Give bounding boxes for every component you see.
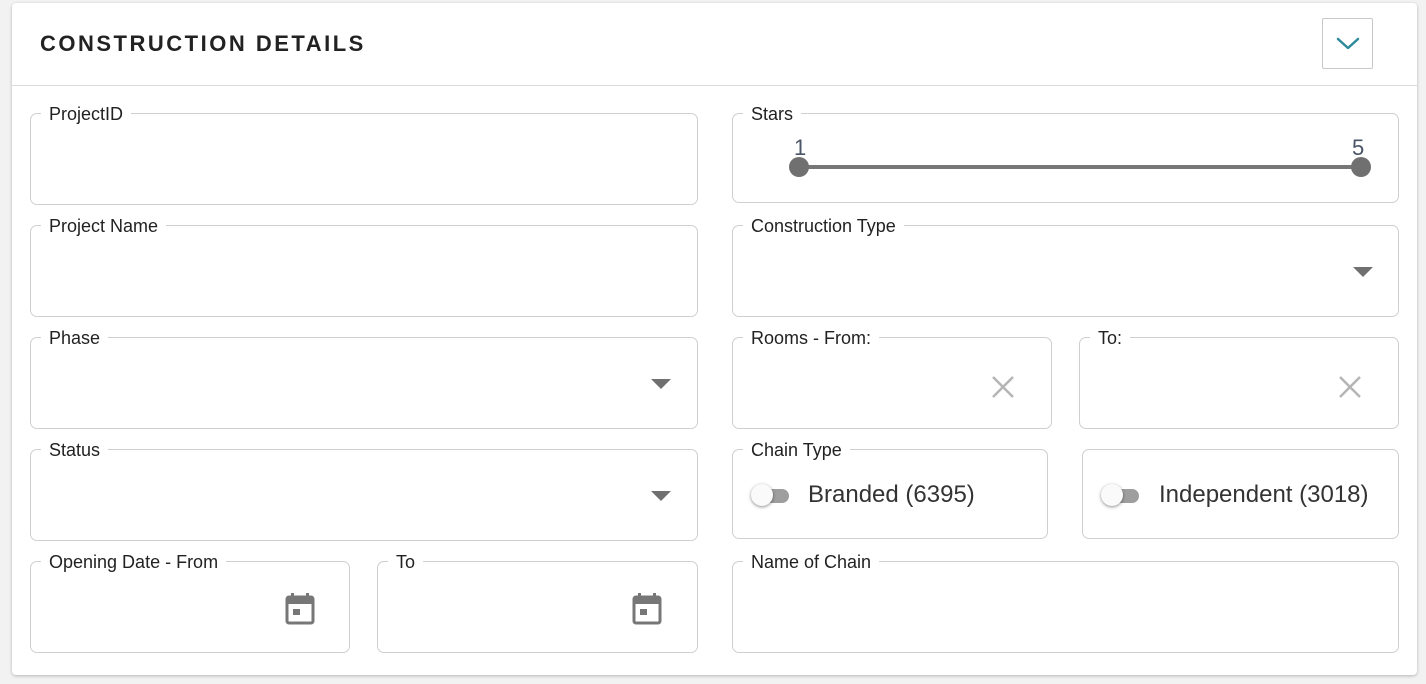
project-name-field[interactable]: Project Name: [30, 216, 698, 317]
phase-label: Phase: [41, 328, 109, 348]
phase-select[interactable]: Phase: [30, 328, 698, 429]
rooms-to-field[interactable]: To:: [1079, 328, 1399, 429]
panel-header: CONSTRUCTION DETAILS: [12, 3, 1417, 86]
rooms-to-label: To:: [1090, 328, 1131, 348]
opening-date-from-field[interactable]: Opening Date - From: [30, 552, 350, 653]
project-name-label: Project Name: [41, 216, 167, 236]
clear-icon[interactable]: [990, 374, 1016, 400]
calendar-icon[interactable]: [285, 593, 315, 625]
stars-range-field: Stars 1 5: [732, 104, 1399, 203]
toggle-knob: [1101, 484, 1123, 506]
stars-slider-track[interactable]: [799, 165, 1361, 169]
independent-toggle-label[interactable]: Independent (3018): [1159, 481, 1369, 509]
opening-date-from-label: Opening Date - From: [41, 552, 227, 572]
chain-type-branded-box: Chain Type Branded (6395): [732, 440, 1048, 539]
status-label: Status: [41, 440, 109, 460]
construction-details-panel: CONSTRUCTION DETAILS ProjectID Project N…: [12, 3, 1417, 675]
stars-min-thumb[interactable]: [789, 157, 809, 177]
collapse-button[interactable]: [1322, 18, 1373, 69]
project-id-label: ProjectID: [41, 104, 132, 124]
dropdown-arrow-icon[interactable]: [651, 491, 671, 501]
branded-toggle-label[interactable]: Branded (6395): [808, 481, 975, 509]
stars-max-thumb[interactable]: [1351, 157, 1371, 177]
chain-type-independent-box: Independent (3018): [1082, 449, 1399, 539]
rooms-from-label: Rooms - From:: [743, 328, 880, 348]
status-select[interactable]: Status: [30, 440, 698, 541]
project-id-field[interactable]: ProjectID: [30, 104, 698, 205]
opening-date-to-field[interactable]: To: [377, 552, 698, 653]
construction-type-label: Construction Type: [743, 216, 904, 236]
panel-title: CONSTRUCTION DETAILS: [40, 31, 366, 56]
construction-type-select[interactable]: Construction Type: [732, 216, 1399, 317]
calendar-icon[interactable]: [632, 593, 662, 625]
name-of-chain-label: Name of Chain: [743, 552, 880, 572]
branded-toggle[interactable]: [751, 483, 789, 507]
stars-label: Stars: [743, 104, 802, 124]
opening-date-to-label: To: [388, 552, 424, 572]
chain-type-label: Chain Type: [743, 440, 850, 460]
dropdown-arrow-icon[interactable]: [1353, 267, 1373, 277]
chevron-down-icon: [1336, 37, 1359, 49]
dropdown-arrow-icon[interactable]: [651, 379, 671, 389]
toggle-knob: [751, 484, 773, 506]
clear-icon[interactable]: [1337, 374, 1363, 400]
name-of-chain-field[interactable]: Name of Chain: [732, 552, 1399, 653]
rooms-from-field[interactable]: Rooms - From:: [732, 328, 1052, 429]
independent-toggle[interactable]: [1101, 483, 1139, 507]
